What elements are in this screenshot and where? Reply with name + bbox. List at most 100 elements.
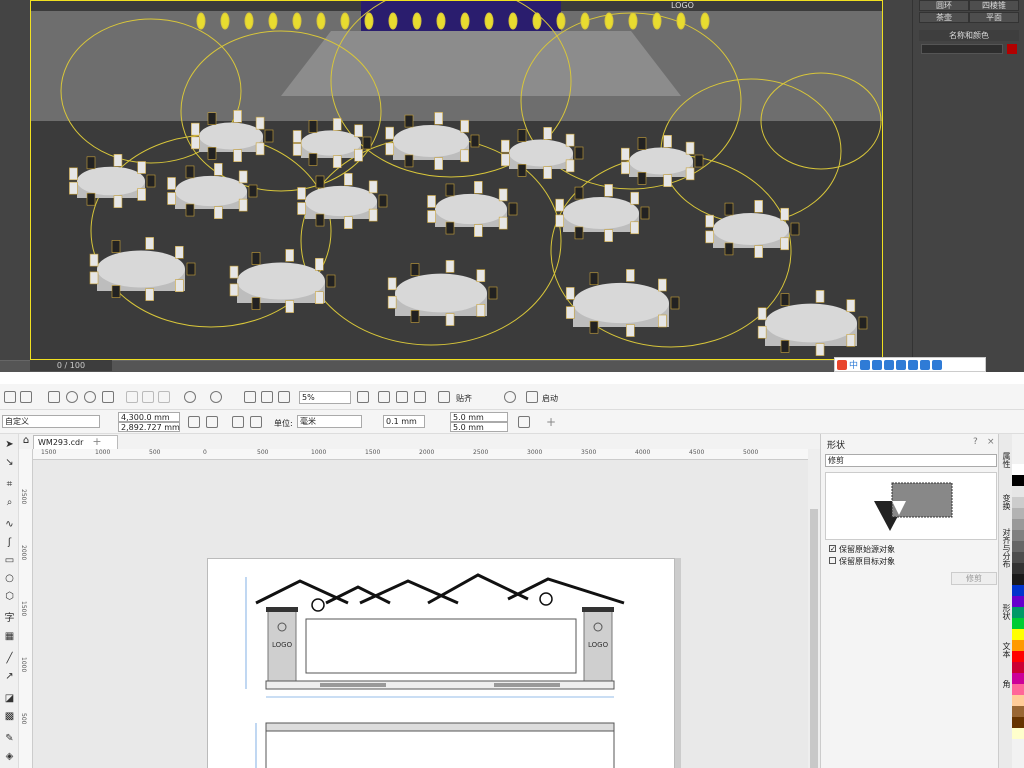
palette-swatch[interactable] [1012, 673, 1024, 684]
launch-menu[interactable]: 启动 [542, 393, 558, 404]
fill-tool-icon[interactable]: ◈ [3, 750, 16, 763]
spotlight-icon[interactable] [268, 12, 278, 30]
vertical-ruler[interactable]: 2500 2000 1500 1000 500 [19, 449, 33, 768]
connector-tool-icon[interactable]: ╱ [3, 652, 16, 665]
tab-text[interactable]: 文本 [1001, 642, 1012, 658]
ime-mode-label[interactable]: 中 [849, 358, 858, 371]
ime-toolbar[interactable]: 中 [834, 357, 986, 372]
palette-swatch[interactable] [1012, 486, 1024, 497]
tab-corner[interactable]: 角 [1001, 680, 1012, 688]
transparency-tool-icon[interactable]: ▩ [3, 710, 16, 723]
palette-swatch[interactable] [1012, 651, 1024, 662]
all-pages-icon[interactable] [232, 416, 244, 428]
name-color-rollout[interactable]: 名称和颜色 [919, 30, 1019, 41]
apply-trim-button[interactable]: 修剪 [951, 572, 997, 585]
cut-icon[interactable] [126, 391, 138, 403]
sogou-icon[interactable] [837, 359, 847, 370]
spotlight-icon[interactable] [604, 12, 614, 30]
spotlight-icon[interactable] [652, 12, 662, 30]
palette-swatch[interactable] [1012, 607, 1024, 618]
shirt-icon[interactable] [908, 359, 919, 370]
palette-swatch[interactable] [1012, 552, 1024, 563]
palette-swatch[interactable] [1012, 585, 1024, 596]
keep-target-checkbox[interactable] [829, 557, 836, 564]
snap-to-menu[interactable]: 贴齐 [456, 393, 472, 404]
tab-shaping[interactable]: 形状 [1001, 604, 1012, 620]
mic-icon[interactable] [884, 359, 895, 370]
export-icon[interactable] [261, 391, 273, 403]
dimension-tool-icon[interactable]: ↗ [3, 670, 16, 683]
palette-swatch[interactable] [1012, 464, 1024, 475]
spotlight-icon[interactable] [700, 12, 710, 30]
print-icon[interactable] [102, 391, 114, 403]
shaping-mode-select[interactable]: 修剪 [825, 454, 997, 467]
spotlight-icon[interactable] [532, 12, 542, 30]
spotlight-icon[interactable] [436, 12, 446, 30]
palette-swatch[interactable] [1012, 717, 1024, 728]
docker-close-icon[interactable]: × [987, 437, 995, 447]
spotlight-icon[interactable] [364, 12, 374, 30]
palette-swatch[interactable] [1012, 662, 1024, 673]
pdf-icon[interactable] [278, 391, 290, 403]
time-slider[interactable] [0, 360, 912, 372]
drawing-canvas[interactable]: LOGO LOGO [33, 460, 808, 768]
spotlight-icon[interactable] [292, 12, 302, 30]
nudge-distance-field[interactable]: 0.1 mm [383, 415, 425, 428]
shadow-tool-icon[interactable]: ◪ [3, 692, 16, 705]
grid-icon[interactable] [932, 359, 943, 370]
plane-button[interactable]: 平面 [969, 12, 1019, 23]
polygon-tool-icon[interactable]: ⬡ [3, 590, 16, 603]
page-options-icon[interactable] [518, 416, 530, 428]
moon-icon[interactable] [860, 359, 871, 370]
object-color-swatch[interactable] [1007, 44, 1017, 54]
page-preset-select[interactable]: 自定义 [2, 415, 100, 428]
paste-icon[interactable] [158, 391, 170, 403]
spotlight-icon[interactable] [460, 12, 470, 30]
spotlight-icon[interactable] [316, 12, 326, 30]
zoom-level-field[interactable]: 5% [299, 391, 351, 404]
spotlight-icon[interactable] [556, 12, 566, 30]
spotlight-icon[interactable] [340, 12, 350, 30]
full-screen-icon[interactable] [357, 391, 369, 403]
palette-swatch[interactable] [1012, 728, 1024, 739]
palette-swatch[interactable] [1012, 596, 1024, 607]
rulers-icon[interactable] [378, 391, 390, 403]
keep-source-checkbox[interactable]: ✓ [829, 545, 836, 553]
spotlight-icon[interactable] [412, 12, 422, 30]
open-icon[interactable] [20, 391, 32, 403]
object-name-field[interactable] [921, 44, 1003, 54]
keyboard-icon[interactable] [896, 359, 907, 370]
pick-tool-icon[interactable]: ➤ [3, 438, 16, 451]
spotlight-icon[interactable] [220, 12, 230, 30]
rectangle-tool-icon[interactable]: ▭ [3, 554, 16, 567]
guides-icon[interactable] [414, 391, 426, 403]
spotlight-icon[interactable] [676, 12, 686, 30]
grid-icon[interactable] [396, 391, 408, 403]
duplicate-x-field[interactable]: 5.0 mm [450, 412, 508, 422]
options-gear-icon[interactable] [504, 391, 516, 403]
shape-tool-icon[interactable]: ↘ [3, 456, 16, 469]
zoom-tool-icon[interactable]: ⌕ [3, 496, 16, 509]
palette-swatch[interactable] [1012, 640, 1024, 651]
eyedropper-tool-icon[interactable]: ✎ [3, 732, 16, 745]
palette-swatch[interactable] [1012, 497, 1024, 508]
teapot-button[interactable]: 茶壶 [919, 12, 969, 23]
landscape-icon[interactable] [206, 416, 218, 428]
page-width-field[interactable]: 4,300.0 mm [118, 412, 180, 422]
torus-button[interactable]: 圆环 [919, 0, 969, 11]
redo-icon[interactable] [210, 391, 222, 403]
scroll-thumb[interactable] [810, 509, 818, 768]
frame-counter[interactable]: 0 / 100 [30, 360, 112, 371]
palette-swatch[interactable] [1012, 519, 1024, 530]
punct-icon[interactable] [872, 359, 883, 370]
document-tab[interactable]: WM293.cdr [33, 435, 118, 449]
palette-swatch[interactable] [1012, 541, 1024, 552]
palette-swatch[interactable] [1012, 684, 1024, 695]
horizontal-ruler[interactable]: 1500 1000 500 0 500 1000 1500 2000 2500 3000 3500 4… [33, 449, 813, 460]
text-tool-icon[interactable]: 字 [3, 612, 16, 625]
cloud-up-icon[interactable] [84, 391, 96, 403]
ellipse-tool-icon[interactable]: ○ [3, 572, 16, 585]
palette-swatch[interactable] [1012, 618, 1024, 629]
spotlight-icon[interactable] [508, 12, 518, 30]
cloud-down-icon[interactable] [66, 391, 78, 403]
